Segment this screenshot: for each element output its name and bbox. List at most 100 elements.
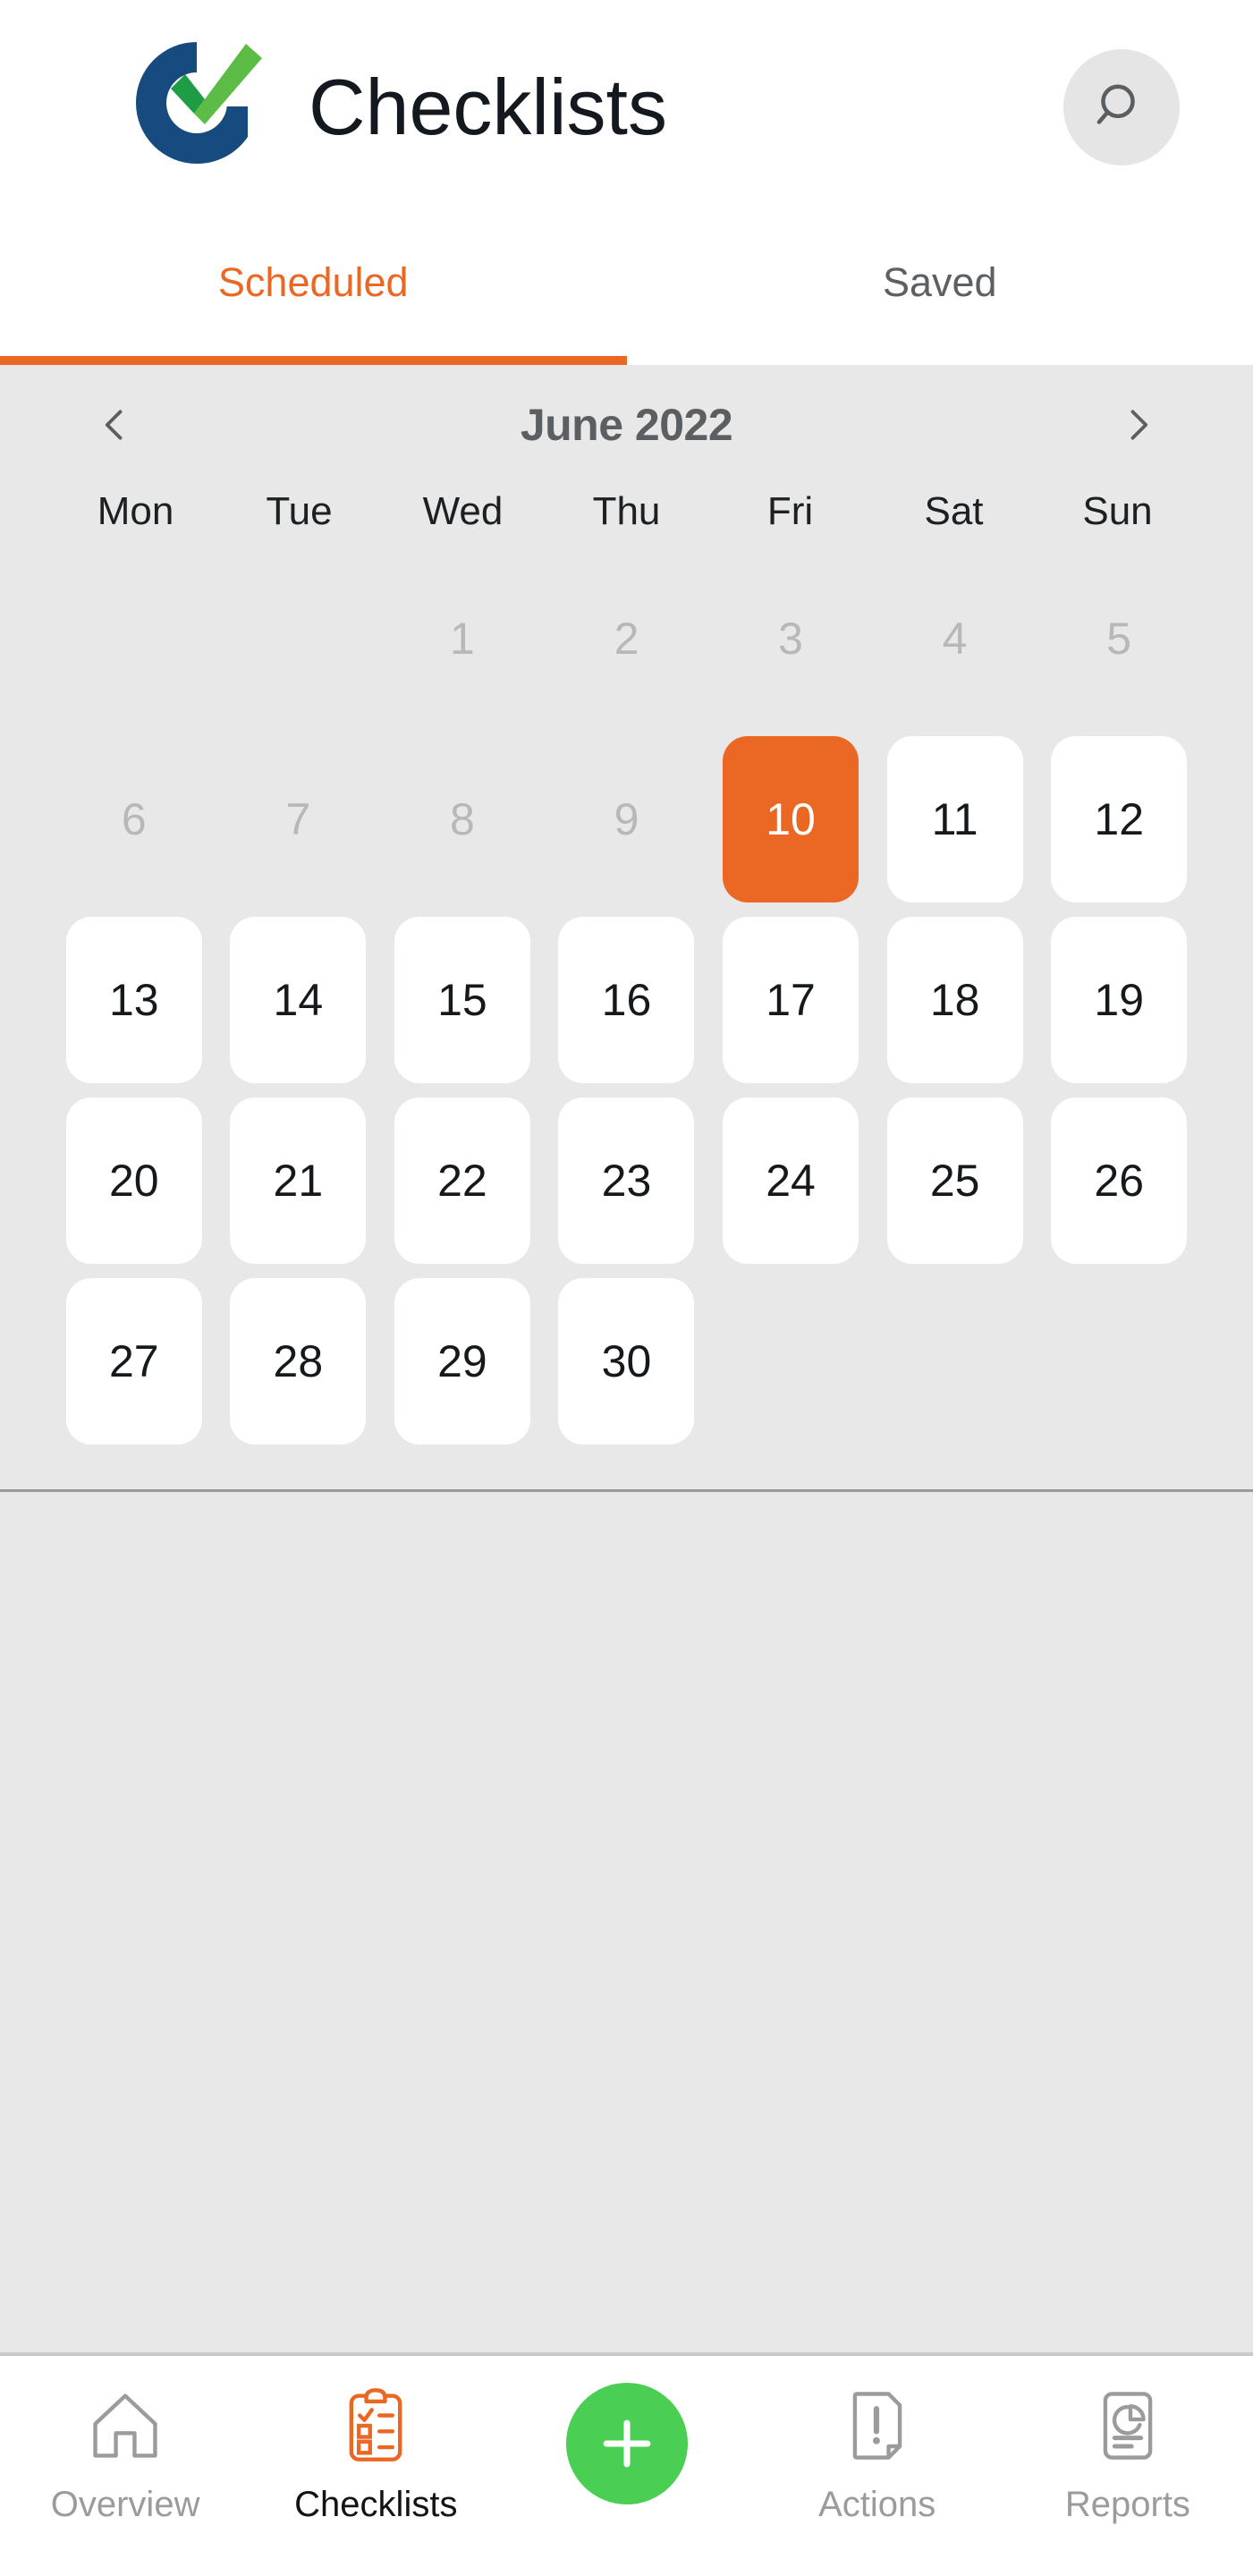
calendar-day-cell: 8 — [380, 736, 545, 902]
nav-label-reports: Reports — [1064, 2485, 1190, 2524]
nav-label-overview: Overview — [50, 2485, 200, 2524]
calendar-day-10[interactable]: 10 — [723, 735, 859, 902]
calendar-day-cell: 15 — [380, 916, 545, 1083]
calendar-day-18[interactable]: 18 — [886, 916, 1023, 1083]
calendar-day-9[interactable]: 9 — [558, 752, 694, 886]
calendar-day-16[interactable]: 16 — [558, 916, 695, 1083]
calendar-day-cell: 21 — [216, 1097, 381, 1264]
calendar-day-cell — [1037, 1278, 1201, 1445]
calendar-day-29[interactable]: 29 — [394, 1277, 530, 1445]
calendar-header: June 2022 — [52, 365, 1201, 485]
calendar-day-1[interactable]: 1 — [394, 572, 530, 706]
nav-item-reports[interactable]: Reports — [1003, 2379, 1253, 2522]
calendar-day-cell: 27 — [52, 1277, 216, 1445]
calendar-day-15[interactable]: 15 — [394, 916, 530, 1083]
weekday-fri: Fri — [766, 489, 814, 533]
calendar-day-22[interactable]: 22 — [394, 1097, 530, 1264]
calendar-day-17[interactable]: 17 — [723, 916, 859, 1083]
clipboard-checklist-icon — [334, 2379, 417, 2472]
weekday-thu: Thu — [592, 489, 661, 533]
calendar-day-27[interactable]: 27 — [65, 1277, 202, 1445]
calendar-day-cell: 6 — [52, 736, 216, 902]
calendar-day-cell: 16 — [545, 916, 709, 1083]
calendar-day-25[interactable]: 25 — [886, 1097, 1023, 1264]
calendar-day-cell: 4 — [873, 555, 1037, 722]
calendar-day-cell: 9 — [545, 736, 709, 902]
calendar-day-cell: 23 — [545, 1097, 709, 1264]
calendar-day-cell: 13 — [52, 916, 216, 1083]
calendar-day-cell: 22 — [380, 1097, 545, 1264]
tab-saved[interactable]: Saved — [627, 215, 1253, 365]
calendar-day-cell: 26 — [1037, 1097, 1201, 1264]
nav-item-overview[interactable]: Overview — [0, 2379, 250, 2522]
previous-month-button[interactable] — [84, 394, 147, 456]
calendar-day-13[interactable]: 13 — [65, 916, 202, 1083]
calendar-day-14[interactable]: 14 — [230, 916, 367, 1083]
nav-label-checklists: Checklists — [294, 2485, 458, 2524]
calendar-day-cell: 20 — [52, 1097, 216, 1264]
calendar-week-row: 27 28 29 30 — [52, 1277, 1201, 1445]
calendar-day-5[interactable]: 5 — [1051, 572, 1187, 706]
calendar-grid: 1 2 3 4 5 6 7 8 9 10 11 12 13 14 15 16 17 18 19 20 21 22 23 24 2… — [52, 555, 1201, 1489]
app-header: Checklists — [0, 0, 1253, 215]
calendar-day-cell: 19 — [1037, 916, 1201, 1083]
nav-label-actions: Actions — [818, 2485, 936, 2524]
calendar-day-cell: 7 — [216, 736, 381, 902]
calendar-day-cell: 30 — [545, 1277, 709, 1445]
app-root: Checklists Scheduled Saved June 2022 Mon… — [0, 0, 1253, 2576]
home-icon — [84, 2379, 166, 2472]
calendar-day-21[interactable]: 21 — [230, 1097, 367, 1264]
search-button[interactable] — [1063, 49, 1180, 165]
calendar-day-3[interactable]: 3 — [723, 572, 859, 706]
calendar-week-row: 13 14 15 16 17 18 19 — [52, 916, 1201, 1083]
calendar-day-6[interactable]: 6 — [66, 752, 202, 886]
calendar-day-26[interactable]: 26 — [1051, 1097, 1188, 1264]
calendar-day-empty — [723, 1278, 859, 1445]
calendar-day-cell — [216, 555, 381, 722]
tab-scheduled[interactable]: Scheduled — [0, 215, 627, 365]
calendar-day-23[interactable]: 23 — [558, 1097, 695, 1264]
calendar-day-cell: 11 — [873, 735, 1037, 902]
calendar-day-empty — [887, 1278, 1023, 1445]
weekday-tue: Tue — [266, 489, 333, 533]
nav-item-checklists[interactable]: Checklists — [250, 2379, 501, 2522]
calendar-day-2[interactable]: 2 — [558, 572, 694, 706]
checkmark-circle-logo — [135, 41, 262, 165]
weekday-mon: Mon — [97, 489, 174, 533]
calendar-day-12[interactable]: 12 — [1051, 735, 1188, 902]
calendar-day-cell — [708, 1278, 873, 1445]
calendar-day-8[interactable]: 8 — [394, 752, 530, 886]
calendar-day-cell: 29 — [380, 1277, 545, 1445]
calendar-day-empty — [230, 555, 366, 722]
calendar-day-cell: 18 — [873, 916, 1037, 1083]
calendar-day-cell — [52, 555, 216, 722]
calendar-day-4[interactable]: 4 — [887, 572, 1023, 706]
calendar-day-cell: 25 — [873, 1097, 1037, 1264]
calendar-day-24[interactable]: 24 — [723, 1097, 859, 1264]
chevron-right-icon — [1130, 410, 1148, 440]
calendar: June 2022 Mon Tue Wed Thu Fri Sat Sun 12… — [0, 365, 1253, 1489]
nav-item-add[interactable] — [501, 2379, 751, 2519]
calendar-day-28[interactable]: 28 — [230, 1277, 367, 1445]
calendar-day-19[interactable]: 19 — [1051, 916, 1188, 1083]
calendar-day-11[interactable]: 11 — [886, 735, 1023, 902]
calendar-day-empty — [1051, 1278, 1187, 1445]
bottom-navigation: Overview Checklists Actions Reports — [0, 2352, 1253, 2576]
calendar-day-cell: 24 — [708, 1097, 873, 1264]
calendar-day-empty — [66, 555, 202, 722]
calendar-day-7[interactable]: 7 — [230, 752, 366, 886]
calendar-day-cell: 14 — [216, 916, 381, 1083]
checklist-list-area — [0, 1491, 1253, 2352]
calendar-day-cell: 3 — [708, 555, 873, 722]
add-button[interactable] — [565, 2383, 688, 2504]
next-month-button[interactable] — [1106, 394, 1169, 456]
calendar-day-cell: 10 — [708, 735, 873, 902]
calendar-month-label: June 2022 — [520, 400, 733, 450]
nav-item-actions[interactable]: Actions — [752, 2379, 1003, 2522]
calendar-day-30[interactable]: 30 — [558, 1277, 695, 1445]
calendar-day-cell: 12 — [1037, 735, 1201, 902]
calendar-day-20[interactable]: 20 — [65, 1097, 202, 1264]
search-icon — [1096, 84, 1135, 124]
document-chart-icon — [1087, 2379, 1169, 2472]
page-title: Checklists — [309, 63, 667, 151]
